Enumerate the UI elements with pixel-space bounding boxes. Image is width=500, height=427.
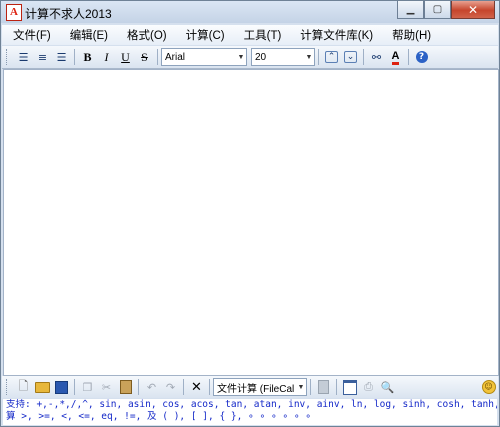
toolbar-separator	[363, 49, 364, 65]
toolbar-separator	[209, 379, 210, 395]
decrease-font-button[interactable]: ⌄	[342, 49, 359, 66]
toolbar-grip[interactable]	[6, 49, 10, 65]
paste-button[interactable]	[117, 379, 134, 396]
font-size-value: 20	[255, 51, 267, 63]
supported-functions-hint: 支持: +,-,*,/,^, sin, asin, cos, acos, tan…	[3, 399, 497, 425]
window-title: 计算不求人2013	[25, 7, 112, 21]
new-file-button[interactable]: 🗋	[15, 379, 32, 396]
toolbar-separator	[318, 49, 319, 65]
smiley-icon: ☺	[481, 380, 496, 394]
double-chevron-up-icon: ⌃	[324, 51, 339, 63]
menu-bar: 文件(F) 编辑(E) 格式(O) 计算(C) 工具(T) 计算文件库(K) 帮…	[2, 25, 498, 45]
new-file-icon: 🗋	[18, 378, 29, 393]
align-right-icon: ☰	[56, 50, 67, 64]
document-button[interactable]	[315, 379, 332, 396]
underline-button[interactable]: U	[117, 49, 134, 66]
hint-line-1: 支持: +,-,*,/,^, sin, asin, cos, acos, tan…	[6, 399, 497, 410]
clipboard-icon	[119, 380, 132, 394]
app-window: A 计算不求人2013 ▁ ▢ ✕ 文件(F) 编辑(E) 格式(O) 计算(C…	[0, 0, 500, 427]
font-name-value: Arial	[165, 51, 186, 63]
redo-button[interactable]: ↷	[162, 379, 179, 396]
menu-format[interactable]: 格式(O)	[119, 27, 175, 43]
app-logo-icon: A	[6, 4, 22, 21]
toolbar-separator	[138, 379, 139, 395]
minimize-button[interactable]: ▁	[397, 1, 424, 19]
menu-help[interactable]: 帮助(H)	[384, 27, 439, 43]
calc-mode-value: 文件计算 (FileCal	[217, 383, 295, 395]
redo-icon: ↷	[165, 380, 176, 394]
close-button[interactable]: ✕	[451, 1, 495, 19]
toolbar-separator	[408, 49, 409, 65]
font-color-icon: A	[391, 50, 400, 65]
align-left-button[interactable]: ☰	[15, 49, 32, 66]
chevron-down-icon: ▼	[297, 383, 305, 391]
align-left-icon: ☰	[18, 50, 29, 64]
about-button[interactable]: ☺	[480, 379, 497, 396]
save-button[interactable]	[53, 379, 70, 396]
toolbar-separator	[74, 379, 75, 395]
cut-button[interactable]: ✂	[98, 379, 115, 396]
toolbar-separator	[310, 379, 311, 395]
chevron-down-icon: ▼	[237, 53, 245, 61]
minimize-icon: ▁	[406, 4, 415, 15]
double-chevron-down-icon: ⌄	[343, 51, 358, 63]
help-button[interactable]: ?	[413, 49, 430, 66]
help-circle-icon: ?	[415, 51, 428, 63]
copy-button[interactable]: ❐	[79, 379, 96, 396]
toolbar-separator	[183, 379, 184, 395]
toolbar-separator	[74, 49, 75, 65]
printer-icon: ⎙	[364, 380, 373, 393]
undo-icon: ↶	[146, 380, 157, 394]
open-file-button[interactable]	[34, 379, 51, 396]
maximize-button[interactable]: ▢	[424, 1, 451, 19]
maximize-icon: ▢	[432, 4, 443, 15]
menu-file[interactable]: 文件(F)	[5, 27, 59, 43]
align-right-button[interactable]: ☰	[53, 49, 70, 66]
toolbar-separator	[157, 49, 158, 65]
print-preview-button[interactable]: 🔍	[379, 379, 396, 396]
title-bar[interactable]: A 计算不求人2013 ▁ ▢ ✕	[1, 1, 499, 23]
align-center-icon: ≡	[37, 50, 48, 64]
binoculars-icon: ⚯	[371, 50, 382, 64]
increase-font-button[interactable]: ⌃	[323, 49, 340, 66]
menu-calc-library[interactable]: 计算文件库(K)	[292, 27, 381, 43]
calc-mode-select[interactable]: 文件计算 (FileCal ▼	[213, 378, 307, 396]
calendar-icon	[342, 379, 357, 395]
print-button[interactable]: ⎙	[360, 379, 377, 396]
x-icon: ✕	[191, 379, 202, 395]
folder-open-icon	[35, 381, 50, 393]
print-preview-icon: 🔍	[380, 380, 395, 394]
strikethrough-button[interactable]: S	[136, 49, 153, 66]
italic-button[interactable]: I	[98, 49, 115, 66]
undo-button[interactable]: ↶	[143, 379, 160, 396]
align-center-button[interactable]: ≡	[34, 49, 51, 66]
toolbar-grip[interactable]	[6, 379, 10, 395]
menu-tools[interactable]: 工具(T)	[236, 27, 290, 43]
scissors-icon: ✂	[101, 380, 112, 394]
format-toolbar: ☰ ≡ ☰ B I U S Arial ▼ 20 ▼ ⌃ ⌄ ⚯ A ?	[2, 46, 498, 69]
menu-calculate[interactable]: 计算(C)	[178, 27, 233, 43]
hint-line-2: 算 >, >=, <, <=, eq, !=, 及 ( ), [ ], { },…	[6, 411, 311, 422]
standard-toolbar: 🗋 ❐ ✂ ↶ ↷ ✕ 文件计算 (FileCal ▼ ⎙ 🔍 ☺	[2, 376, 498, 398]
menu-edit[interactable]: 编辑(E)	[62, 27, 116, 43]
delete-button[interactable]: ✕	[188, 379, 205, 396]
font-name-select[interactable]: Arial ▼	[161, 48, 247, 66]
toolbar-separator	[336, 379, 337, 395]
bold-button[interactable]: B	[79, 49, 96, 66]
close-icon: ✕	[467, 2, 479, 17]
font-color-button[interactable]: A	[387, 49, 404, 66]
font-size-select[interactable]: 20 ▼	[251, 48, 315, 66]
document-icon	[318, 380, 329, 394]
copy-icon: ❐	[82, 380, 93, 394]
calculation-editor[interactable]	[3, 69, 499, 376]
calendar-button[interactable]	[341, 379, 358, 396]
find-button[interactable]: ⚯	[368, 49, 385, 66]
chevron-down-icon: ▼	[305, 53, 313, 61]
save-icon	[55, 380, 68, 394]
